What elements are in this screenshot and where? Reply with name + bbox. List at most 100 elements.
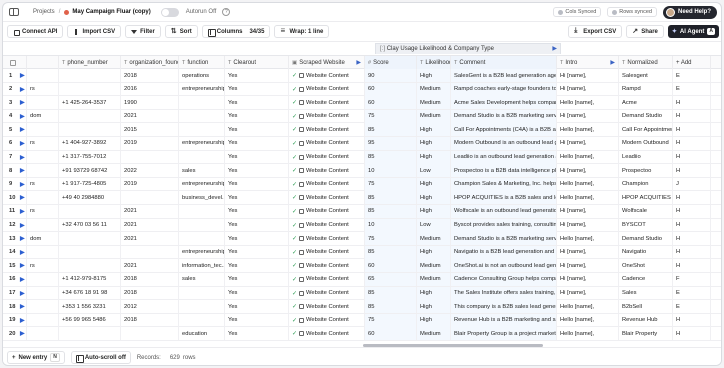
run-row-icon[interactable]: ▶ — [20, 181, 25, 188]
need-help-button[interactable]: Need Help? — [662, 5, 717, 19]
cell-phone[interactable] — [59, 327, 121, 341]
cell-intro[interactable]: Hi [name], — [557, 245, 619, 259]
cell-clear[interactable]: Yes — [225, 218, 289, 232]
cell-func[interactable] — [179, 232, 225, 246]
cell-x[interactable]: E — [673, 286, 711, 300]
run-row-icon[interactable]: ▶ — [20, 317, 25, 324]
row-number-cell[interactable]: 4 ▶ — [3, 109, 27, 123]
row-number-cell[interactable]: 15 ▶ — [3, 259, 27, 273]
scraped-website-cell[interactable]: ✓ Website Content — [289, 245, 365, 259]
cell-a[interactable] — [27, 245, 59, 259]
cell-norm[interactable]: Cadence — [619, 272, 673, 286]
cell-a[interactable] — [27, 150, 59, 164]
cell-norm[interactable]: Prospectoo — [619, 164, 673, 178]
run-row-icon[interactable]: ▶ — [20, 194, 25, 201]
cell-norm[interactable]: OneShot — [619, 259, 673, 273]
cell-intro[interactable]: Hello [name], — [557, 96, 619, 110]
scraped-website-cell[interactable]: ✓ Website Content — [289, 300, 365, 314]
enrichment-group-header[interactable]: [:] Clay Usage Likelihood & Company Type… — [375, 43, 561, 54]
cell-func[interactable] — [179, 96, 225, 110]
cell-norm[interactable]: Demand Studio — [619, 109, 673, 123]
row-number-cell[interactable]: 3 ▶ — [3, 96, 27, 110]
cell-clear[interactable]: Yes — [225, 136, 289, 150]
cell-year[interactable]: 2018 — [121, 313, 179, 327]
cell-a[interactable] — [27, 123, 59, 137]
cell-a[interactable] — [27, 327, 59, 341]
cell-year[interactable]: 1990 — [121, 96, 179, 110]
cell-phone[interactable]: +32 470 03 56 11 — [59, 218, 121, 232]
cell-like[interactable]: Medium — [417, 259, 451, 273]
cell-year[interactable]: 2012 — [121, 300, 179, 314]
cell-func[interactable]: operations — [179, 69, 225, 82]
row-number-cell[interactable]: 1 ▶ — [3, 69, 27, 82]
column-header-10[interactable]: T Intro ▶ — [557, 56, 619, 69]
scraped-website-cell[interactable]: ✓ Website Content — [289, 232, 365, 246]
table-row[interactable]: 12 ▶ +32 470 03 56 11 2021 Yes ✓ Website Conte… — [3, 218, 721, 233]
cell-clear[interactable]: Yes — [225, 245, 289, 259]
cell-norm[interactable]: B2bSell — [619, 300, 673, 314]
cell-norm[interactable]: Revenue Hub — [619, 313, 673, 327]
cell-norm[interactable]: Rampd — [619, 82, 673, 96]
run-row-icon[interactable]: ▶ — [20, 72, 25, 79]
column-header-3[interactable]: Torganization_founded_y — [121, 56, 179, 69]
cell-score[interactable]: 85 — [365, 150, 417, 164]
scraped-website-cell[interactable]: ✓ Website Content — [289, 286, 365, 300]
scraped-website-cell[interactable]: ✓ Website Content — [289, 150, 365, 164]
cell-like[interactable]: Medium — [417, 272, 451, 286]
cell-clear[interactable]: Yes — [225, 150, 289, 164]
cell-like[interactable]: Low — [417, 218, 451, 232]
cell-year[interactable]: 2021 — [121, 232, 179, 246]
cell-score[interactable]: 85 — [365, 191, 417, 205]
cell-func[interactable]: entrepreneurship — [179, 136, 225, 150]
cell-x[interactable]: H — [673, 96, 711, 110]
cell-phone[interactable] — [59, 259, 121, 273]
cell-norm[interactable]: Salesgent — [619, 69, 673, 82]
cell-score[interactable]: 75 — [365, 313, 417, 327]
cell-clear[interactable]: Yes — [225, 109, 289, 123]
cell-x[interactable]: H — [673, 136, 711, 150]
cell-year[interactable] — [121, 150, 179, 164]
run-row-icon[interactable]: ▶ — [20, 276, 25, 283]
table-row[interactable]: 4 ▶ dom 2021 Yes ✓ Website Content 75 Medium Dema… — [3, 109, 721, 124]
cell-year[interactable]: 2018 — [121, 286, 179, 300]
cell-a[interactable] — [27, 300, 59, 314]
cell-clear[interactable]: Yes — [225, 286, 289, 300]
cell-score[interactable]: 60 — [365, 82, 417, 96]
scraped-website-cell[interactable]: ✓ Website Content — [289, 177, 365, 191]
export-csv-button[interactable]: Export CSV — [568, 25, 623, 38]
table-row[interactable]: 5 ▶ 2015 Yes ✓ Website Content 85 High Call For … — [3, 123, 721, 137]
row-number-cell[interactable]: 17 ▶ — [3, 286, 27, 300]
cell-phone[interactable]: +1 404-927-3892 — [59, 136, 121, 150]
cell-like[interactable]: Low — [417, 164, 451, 178]
cell-score[interactable]: 85 — [365, 245, 417, 259]
row-number-cell[interactable]: 11 ▶ — [3, 204, 27, 218]
cell-func[interactable] — [179, 313, 225, 327]
cell-like[interactable]: High — [417, 204, 451, 218]
cell-like[interactable]: High — [417, 69, 451, 82]
run-column-icon[interactable]: ▶ — [610, 59, 615, 66]
cell-score[interactable]: 75 — [365, 232, 417, 246]
table-row[interactable]: 15 ▶ rs 2021 information_tec... Yes ✓ Website C… — [3, 259, 721, 273]
cell-year[interactable] — [121, 327, 179, 341]
cell-func[interactable] — [179, 150, 225, 164]
cell-score[interactable]: 10 — [365, 218, 417, 232]
cell-intro[interactable]: Hi [name], — [557, 82, 619, 96]
cell-comment[interactable]: This company is a B2B sales lead generat… — [451, 300, 557, 314]
ai-agent-button[interactable]: ✦ AI Agent A — [667, 25, 719, 38]
cell-clear[interactable]: Yes — [225, 327, 289, 341]
cell-score[interactable]: 85 — [365, 300, 417, 314]
cell-comment[interactable]: Wolfscale is an outbound lead generation… — [451, 204, 557, 218]
scraped-website-cell[interactable]: ✓ Website Content — [289, 218, 365, 232]
row-number-cell[interactable]: 8 ▶ — [3, 164, 27, 178]
scraped-website-cell[interactable]: ✓ Website Content — [289, 313, 365, 327]
table-row[interactable]: 10 ▶ +49 40 2984880 business_devel... Yes ✓ We… — [3, 191, 721, 205]
cell-year[interactable]: 2015 — [121, 123, 179, 137]
cell-score[interactable]: 75 — [365, 177, 417, 191]
row-number-cell[interactable]: 13 ▶ — [3, 232, 27, 246]
cell-a[interactable]: dom — [27, 232, 59, 246]
new-entry-button[interactable]: + New entry N — [7, 351, 65, 364]
cell-year[interactable] — [121, 191, 179, 205]
cell-comment[interactable]: The Sales Institute offers sales trainin… — [451, 286, 557, 300]
cell-norm[interactable]: Wolfscale — [619, 204, 673, 218]
select-all-checkbox[interactable] — [10, 59, 16, 66]
